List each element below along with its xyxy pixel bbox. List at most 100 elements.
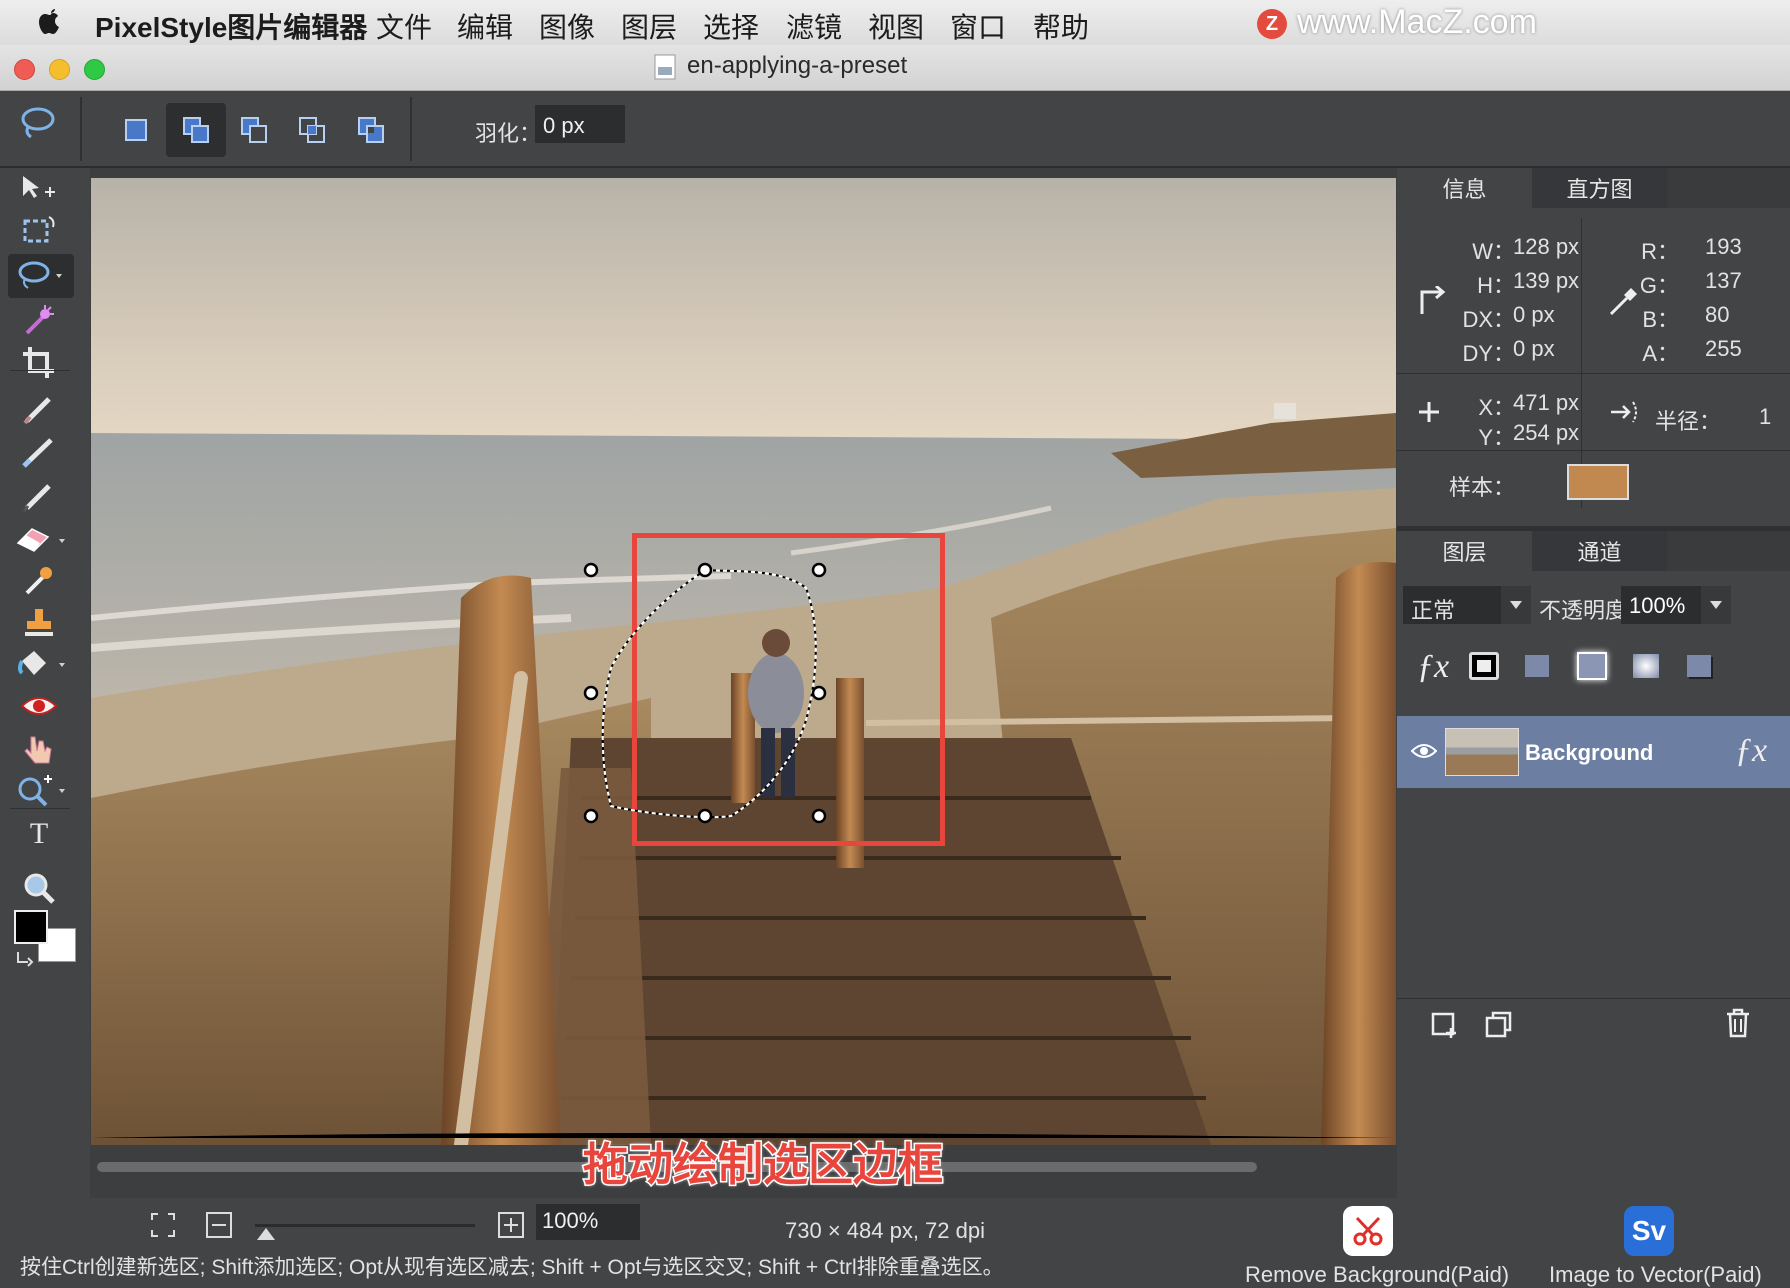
menu-help[interactable]: 帮助 [1033, 6, 1089, 46]
new-selection-button[interactable] [106, 103, 166, 157]
magic-wand-icon [25, 305, 54, 335]
remove-background-button[interactable]: Remove Background(Paid) [1245, 1262, 1509, 1288]
menu-select[interactable]: 选择 [703, 6, 759, 46]
move-arrow-icon [23, 176, 55, 198]
layer-name: Background [1525, 740, 1654, 765]
subtract-selection-icon [241, 117, 267, 143]
crop-tool[interactable] [14, 342, 64, 382]
zoom-tool[interactable] [12, 770, 72, 810]
title-bar: en-applying-a-preset [0, 45, 1790, 91]
tab-info[interactable]: 信息 [1397, 168, 1532, 208]
image-canvas[interactable] [91, 178, 1396, 1145]
zoom-out-icon[interactable] [206, 1212, 232, 1238]
swap-colors-icon[interactable] [14, 948, 34, 968]
opacity-select[interactable]: 100% [1621, 586, 1731, 624]
minimize-button[interactable] [49, 59, 70, 80]
text-tool[interactable]: T [14, 814, 64, 854]
transform-tool[interactable] [14, 210, 64, 250]
menu-filter[interactable]: 滤镜 [786, 6, 842, 46]
blend-mode-select[interactable]: 正常 [1403, 586, 1531, 624]
layer-thumbnail [1445, 728, 1519, 776]
add-selection-button[interactable] [166, 103, 226, 157]
tool-options-bar: 羽化： 0 px [0, 91, 1790, 168]
brush-tool[interactable] [14, 388, 64, 428]
brush-icon [23, 397, 51, 425]
intersect-selection-button[interactable] [282, 103, 342, 157]
bevel-effect-icon[interactable] [1687, 655, 1711, 677]
scissors-icon[interactable] [1343, 1206, 1393, 1256]
vector-app-icon[interactable]: Sv [1624, 1206, 1674, 1256]
subtract-selection-button[interactable] [224, 103, 284, 157]
sample-color-swatch[interactable] [1567, 464, 1629, 500]
image-to-vector-button[interactable]: Image to Vector(Paid) [1549, 1262, 1762, 1288]
macz-logo-icon: Z [1257, 9, 1287, 39]
close-button[interactable] [14, 59, 35, 80]
zoom-slider-track[interactable] [255, 1224, 475, 1227]
selection-handle[interactable] [697, 808, 713, 824]
magnifier-tool[interactable] [14, 868, 64, 908]
selection-handle[interactable] [583, 562, 599, 578]
exclude-selection-button[interactable] [341, 103, 401, 157]
outer-glow-effect-icon[interactable] [1577, 652, 1607, 680]
r-label: R： [1641, 239, 1679, 264]
divider [10, 808, 70, 809]
zoom-slider-thumb[interactable] [257, 1228, 275, 1240]
selection-handle[interactable] [811, 685, 827, 701]
eye-icon[interactable] [1411, 742, 1437, 760]
eraser-tool[interactable] [12, 518, 72, 558]
selection-handle[interactable] [811, 808, 827, 824]
lasso-tool[interactable] [8, 254, 74, 298]
radius-value[interactable]: 1 [1759, 404, 1771, 430]
selection-handle[interactable] [811, 562, 827, 578]
pencil-icon [22, 484, 51, 512]
fill-tool[interactable] [12, 644, 72, 684]
zoom-input[interactable]: 100% [536, 1204, 640, 1240]
w-label: W： [1472, 239, 1515, 264]
crop-icon [23, 347, 54, 378]
red-eye-icon [20, 697, 58, 715]
fit-screen-icon[interactable] [150, 1212, 176, 1238]
menu-file[interactable]: 文件 [376, 6, 432, 46]
menu-image[interactable]: 图像 [539, 6, 595, 46]
duplicate-layer-icon[interactable] [1485, 1010, 1513, 1038]
apple-icon[interactable] [38, 6, 62, 36]
red-eye-tool[interactable] [14, 686, 64, 726]
fx-icon[interactable]: ƒx [1417, 648, 1449, 686]
pencil-tool[interactable] [14, 475, 64, 515]
menu-edit[interactable]: 编辑 [457, 6, 513, 46]
inner-shadow-effect-icon[interactable] [1525, 655, 1549, 677]
tab-channels[interactable]: 通道 [1532, 531, 1667, 571]
radius-icon [1611, 401, 1637, 423]
layer-row-background[interactable]: Background ƒx [1397, 716, 1790, 788]
app-name[interactable]: PixelStyle图片编辑器 [95, 6, 367, 46]
trash-icon[interactable] [1725, 1008, 1751, 1038]
transform-icon [23, 216, 55, 243]
paint-brush-icon [22, 438, 53, 468]
radius-label: 半径： [1655, 409, 1722, 434]
move-tool[interactable] [14, 168, 64, 208]
layer-fx-icon[interactable]: ƒx [1735, 732, 1767, 770]
menu-view[interactable]: 视图 [868, 6, 924, 46]
drop-shadow-effect-icon[interactable] [1469, 652, 1499, 680]
menu-layer[interactable]: 图层 [621, 6, 677, 46]
menu-window[interactable]: 窗口 [950, 6, 1006, 46]
new-layer-icon[interactable] [1431, 1010, 1459, 1038]
hand-tool[interactable] [14, 728, 64, 768]
eyedropper-tool[interactable] [14, 560, 64, 600]
stamp-tool[interactable] [14, 602, 64, 642]
tab-histogram[interactable]: 直方图 [1532, 168, 1667, 208]
selection-handle[interactable] [583, 685, 599, 701]
paint-brush-tool[interactable] [14, 431, 64, 471]
inner-glow-effect-icon[interactable] [1633, 654, 1659, 678]
zoom-button[interactable] [84, 59, 105, 80]
magic-wand-tool[interactable] [14, 300, 64, 340]
selection-handle[interactable] [583, 808, 599, 824]
zoom-in-icon[interactable] [498, 1212, 524, 1238]
eyedropper-info-icon [1609, 288, 1637, 316]
selection-handle[interactable] [697, 562, 713, 578]
g-value: 137 [1705, 268, 1742, 293]
lasso-selection-path[interactable] [581, 558, 841, 838]
feather-input[interactable]: 0 px [535, 105, 625, 143]
paint-bucket-icon [18, 651, 65, 675]
tab-layers[interactable]: 图层 [1397, 531, 1532, 571]
